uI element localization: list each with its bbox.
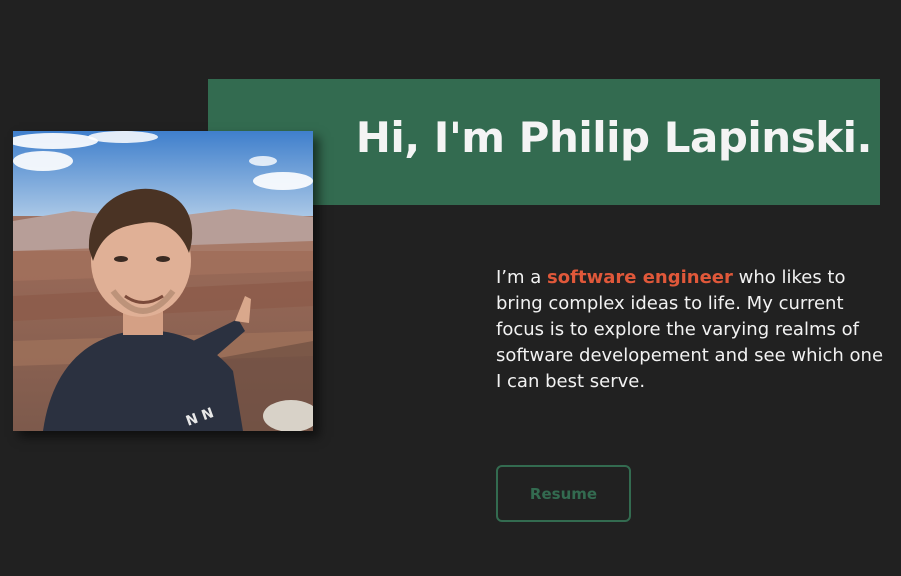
resume-button[interactable]: Resume (496, 465, 631, 522)
page-title: Hi, I'm Philip Lapinski. (355, 113, 873, 162)
profile-photo: N N (13, 131, 313, 431)
profile-photo-image: N N (13, 131, 313, 431)
role-highlight: software engineer (547, 267, 733, 288)
hero-section: Hi, I'm Philip Lapinski. N N I’m a softw… (0, 0, 901, 576)
intro-prefix: I’m a (496, 267, 548, 288)
intro-paragraph: I’m a software engineer who likes to bri… (496, 265, 886, 395)
